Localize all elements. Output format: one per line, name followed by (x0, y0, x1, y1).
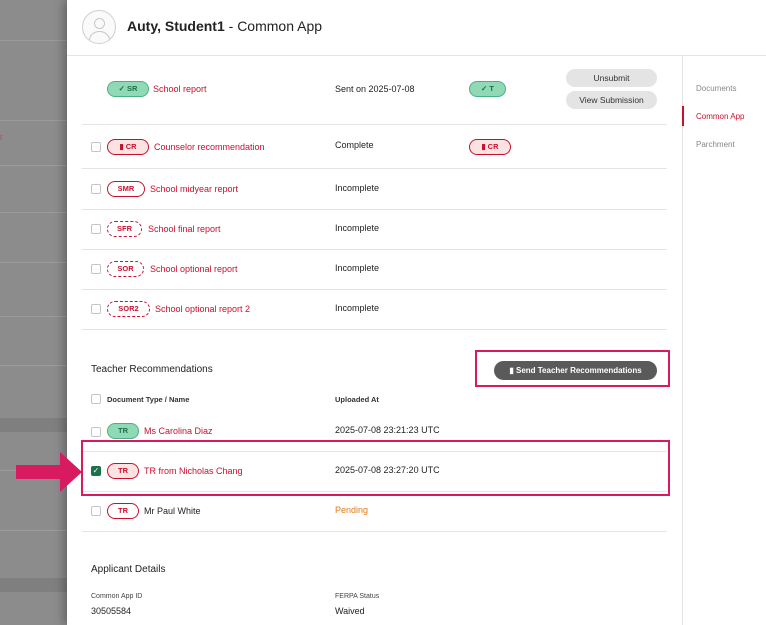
nav-common-app[interactable]: Common App (696, 112, 744, 121)
select-all-checkbox[interactable] (91, 394, 101, 404)
link-school-optional-report-2[interactable]: School optional report 2 (155, 304, 250, 314)
badge-tr: TR (107, 503, 139, 519)
form-row-sr: ✓ SR School report Sent on 2025-07-08 ✓ … (82, 56, 667, 125)
student-name: Auty, Student1 (127, 18, 225, 34)
badge-sor2: SOR2 (107, 301, 150, 317)
unsubmit-button[interactable]: Unsubmit (566, 69, 657, 87)
col-document-type: Document Type / Name (107, 395, 190, 404)
form-row-smr: SMR School midyear report Incomplete (82, 169, 667, 210)
send-teacher-recommendations-button[interactable]: ▮ Send Teacher Recommendations (494, 361, 657, 380)
form-row-sor: SOR School optional report Incomplete (82, 250, 667, 290)
badge-sfr: SFR (107, 221, 142, 237)
send-button-label: Send Teacher Recommendations (515, 366, 642, 375)
nav-documents[interactable]: Documents (696, 84, 736, 93)
checkbox-sor2[interactable] (91, 304, 101, 314)
common-app-id-label: Common App ID (91, 593, 143, 600)
link-school-report[interactable]: School report (153, 84, 207, 94)
badge-smr: SMR (107, 181, 145, 197)
link-school-optional-report[interactable]: School optional report (150, 264, 238, 274)
tr-checkbox[interactable] (91, 506, 101, 516)
checkbox-sfr[interactable] (91, 224, 101, 234)
app-suffix: - Common App (224, 18, 323, 34)
tr-checkbox[interactable] (91, 427, 101, 437)
common-app-id-value: 30505584 (91, 606, 132, 616)
view-submission-button[interactable]: View Submission (566, 91, 657, 109)
checkbox-smr[interactable] (91, 184, 101, 194)
tr-uploaded: 2025-07-08 23:21:23 UTC (335, 425, 440, 435)
ferpa-status-value: Waived (335, 606, 365, 616)
link-counselor-recommendation[interactable]: Counselor recommendation (154, 142, 265, 152)
background-page: r (0, 0, 67, 625)
ferpa-status-label: FERPA Status (335, 593, 380, 600)
document-icon: ▮ (509, 366, 514, 375)
checkbox-cr[interactable] (91, 142, 101, 152)
link-school-midyear-report[interactable]: School midyear report (150, 184, 238, 194)
status-sor2: Incomplete (335, 303, 380, 313)
col-uploaded-at: Uploaded At (335, 395, 379, 404)
teacher-recs-title: Teacher Recommendations (91, 364, 213, 375)
highlight-selected-row (81, 440, 670, 496)
badge-tr: TR (107, 423, 139, 439)
modal-header: Auty, Student1 - Common App (67, 0, 766, 56)
right-nav: Documents Common App Parchment (682, 56, 766, 625)
student-modal: Auty, Student1 - Common App Documents Co… (67, 0, 766, 625)
active-indicator (682, 106, 684, 126)
background-fragment: r (0, 132, 3, 142)
tr-status-pending: Pending (335, 505, 369, 515)
status-sor: Incomplete (335, 263, 380, 273)
form-row-sfr: SFR School final report Incomplete (82, 210, 667, 250)
form-row-cr: ▮ CR Counselor recommendation Complete ▮… (82, 125, 667, 169)
nav-parchment[interactable]: Parchment (696, 140, 735, 149)
status-sr: Sent on 2025-07-08 (335, 84, 415, 94)
badge-sr: ✓ SR (107, 81, 149, 97)
status-smr: Incomplete (335, 183, 380, 193)
badge-sor: SOR (107, 261, 144, 277)
status-badge-t: ✓ T (469, 81, 506, 97)
avatar (82, 10, 116, 44)
link-tr-carolina-diaz[interactable]: Ms Carolina Diaz (144, 426, 213, 436)
link-school-final-report[interactable]: School final report (148, 224, 221, 234)
checkbox-sor[interactable] (91, 264, 101, 274)
status-sfr: Incomplete (335, 223, 380, 233)
form-row-sor2: SOR2 School optional report 2 Incomplete (82, 290, 667, 330)
page-title: Auty, Student1 - Common App (127, 18, 322, 34)
applicant-details-title: Applicant Details (91, 564, 166, 575)
pointer-arrow-icon (16, 452, 82, 492)
tr-name-paul-white: Mr Paul White (144, 506, 201, 516)
status-cr: Complete (335, 140, 374, 150)
badge-cr: ▮ CR (107, 139, 149, 155)
tr-row: TR Mr Paul White Pending (82, 492, 667, 532)
status-badge-cr: ▮ CR (469, 139, 511, 155)
